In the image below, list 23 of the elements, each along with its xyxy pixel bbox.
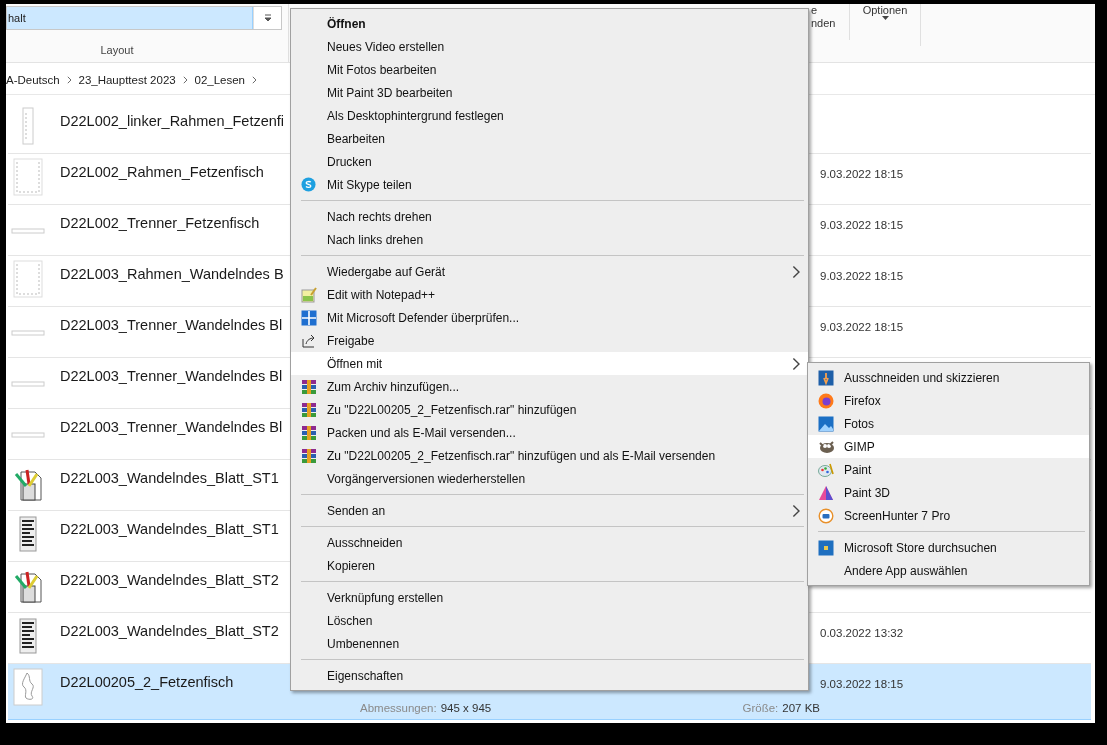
dimensions-label: Abmessungen: xyxy=(360,702,437,714)
file-date: 9.03.2022 18:15 xyxy=(820,320,904,333)
file-date: 9.03.2022 18:15 xyxy=(820,269,904,282)
file-date: 9.03.2022 18:15 xyxy=(820,677,904,690)
file-name: D22L003_Wandelndes_Blatt_ST2 xyxy=(60,623,279,639)
file-date: 9.03.2022 18:15 xyxy=(820,218,904,231)
file-name: D22L003_Trenner_Wandelndes Bl xyxy=(60,419,283,435)
file-name: D22L002_Trenner_Fetzenfisch xyxy=(60,215,260,231)
file-name: D22L003_Wandelndes_Blatt_ST1 xyxy=(60,470,279,486)
file-name: D22L003_Trenner_Wandelndes Bl xyxy=(60,317,283,333)
file-name: D22L00205_2_Fetzenfisch xyxy=(60,674,234,690)
file-name: D22L003_Trenner_Wandelndes Bl xyxy=(60,368,283,384)
file-name: D22L003_Wandelndes_Blatt_ST2 xyxy=(60,572,279,588)
file-name: D22L003_Wandelndes_Blatt_ST1 xyxy=(60,521,279,537)
file-name: D22L002_linker_Rahmen_Fetzenfi xyxy=(60,113,285,129)
file-name: D22L003_Rahmen_Wandelndes B xyxy=(60,266,284,282)
size-value: 207 KB xyxy=(782,702,820,714)
file-name: D22L002_Rahmen_Fetzenfisch xyxy=(60,164,264,180)
size-label: Größe: xyxy=(742,702,779,714)
file-date: 0.03.2022 13:32 xyxy=(820,626,904,639)
file-date: 9.03.2022 18:15 xyxy=(820,167,904,180)
group-label: Layout xyxy=(99,44,135,56)
dimensions-value: 945 x 945 xyxy=(440,702,492,714)
